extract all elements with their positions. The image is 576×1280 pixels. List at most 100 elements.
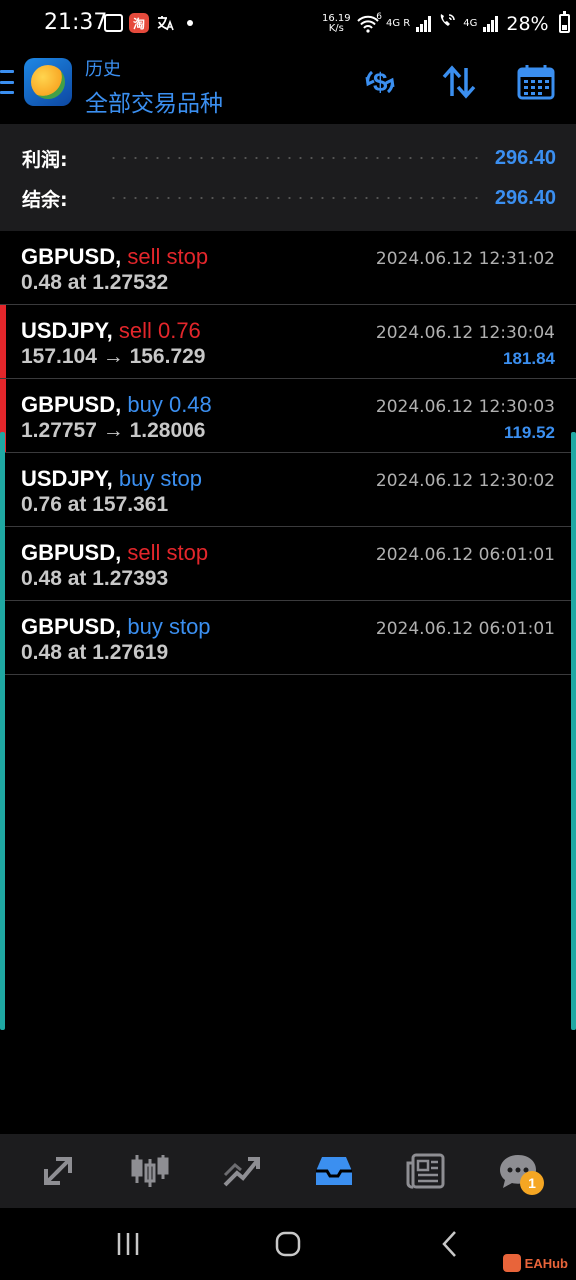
sort-button[interactable] bbox=[437, 62, 481, 102]
order-detail: 157.104 → 156.729 bbox=[21, 345, 206, 368]
profit-value: 296.40 bbox=[494, 146, 556, 169]
bottom-navigation: 1 bbox=[0, 1134, 576, 1208]
status-bar: 21:37 淘 16.19 K/s 6 4G R 4G 28% bbox=[0, 0, 576, 50]
order-title: GBPUSD, buy 0.48 bbox=[21, 392, 212, 418]
currency-exchange-icon: $ bbox=[365, 67, 395, 97]
balance-row: 结余: 296.40 bbox=[22, 183, 556, 213]
dotted-leader bbox=[107, 197, 483, 199]
nav-chart[interactable] bbox=[120, 1141, 180, 1201]
order-detail: 0.48 at 1.27532 bbox=[21, 271, 169, 294]
back-icon bbox=[442, 1231, 456, 1257]
sim1-label: 4G R bbox=[386, 18, 411, 29]
order-detail: 0.48 at 1.27393 bbox=[21, 567, 169, 590]
recent-apps-button[interactable] bbox=[108, 1226, 148, 1262]
order-action: sell stop bbox=[127, 244, 209, 269]
home-button[interactable] bbox=[268, 1226, 308, 1262]
menu-icon[interactable] bbox=[0, 70, 14, 94]
status-notification-icons: 淘 bbox=[104, 13, 193, 33]
order-title: GBPUSD, sell stop bbox=[21, 244, 208, 270]
wifi-icon: 6 bbox=[356, 11, 382, 34]
nav-quotes[interactable] bbox=[28, 1141, 88, 1201]
calendar-button[interactable] bbox=[514, 62, 558, 102]
signal-sim1-icon bbox=[416, 15, 432, 32]
order-time: 2024.06.12 06:01:01 bbox=[375, 619, 555, 639]
nav-history[interactable] bbox=[304, 1141, 364, 1201]
order-symbol: GBPUSD, bbox=[21, 540, 122, 565]
order-row[interactable]: GBPUSD, sell stop 0.48 at 1.27393 2024.0… bbox=[0, 527, 576, 601]
network-speed: 16.19 K/s bbox=[322, 14, 351, 34]
status-time: 21:37 bbox=[44, 10, 108, 35]
taobao-app-icon: 淘 bbox=[129, 13, 149, 33]
profit-row: 利润: 296.40 bbox=[22, 143, 556, 173]
order-detail: 1.27757 → 1.28006 bbox=[21, 419, 206, 442]
dotted-leader bbox=[107, 157, 483, 159]
translate-icon bbox=[155, 13, 175, 33]
gallery-icon bbox=[104, 14, 123, 32]
order-symbol: USDJPY, bbox=[21, 318, 113, 343]
scroll-edge-left bbox=[0, 432, 5, 1030]
header-title[interactable]: 全部交易品种 bbox=[85, 84, 223, 118]
sim2-label: 4G bbox=[463, 18, 478, 29]
battery-percent: 28% bbox=[506, 12, 549, 35]
scroll-edge-right bbox=[571, 432, 576, 1030]
quotes-icon bbox=[44, 1157, 72, 1185]
order-action: buy 0.48 bbox=[127, 392, 212, 417]
news-icon bbox=[406, 1153, 445, 1189]
order-row[interactable]: GBPUSD, buy 0.48 1.27757 → 1.28006 2024.… bbox=[0, 379, 576, 453]
order-time: 2024.06.12 12:30:03 bbox=[375, 397, 555, 417]
recent-apps-icon bbox=[117, 1233, 139, 1255]
calendar-icon bbox=[517, 65, 555, 100]
system-navigation-bar bbox=[0, 1208, 576, 1280]
order-action: buy stop bbox=[118, 466, 203, 491]
order-detail: 0.48 at 1.27619 bbox=[21, 641, 169, 664]
order-title: GBPUSD, sell stop bbox=[21, 540, 208, 566]
order-profit: 119.52 bbox=[503, 423, 555, 442]
history-icon bbox=[316, 1157, 352, 1185]
order-action: buy stop bbox=[127, 614, 211, 639]
wifi-label: 6 bbox=[376, 11, 382, 22]
order-title: GBPUSD, buy stop bbox=[21, 614, 211, 640]
order-symbol: GBPUSD, bbox=[21, 392, 122, 417]
trade-icon bbox=[223, 1157, 260, 1187]
order-row[interactable]: GBPUSD, sell stop 0.48 at 1.27532 2024.0… bbox=[0, 231, 576, 305]
signal-sim2-icon bbox=[483, 15, 499, 32]
more-notifications-dot bbox=[187, 20, 193, 26]
order-detail: 0.76 at 157.361 bbox=[21, 493, 169, 516]
balance-label: 结余: bbox=[22, 188, 68, 211]
battery-icon bbox=[558, 11, 570, 33]
order-time: 2024.06.12 12:30:02 bbox=[375, 471, 555, 491]
order-history-list: GBPUSD, sell stop 0.48 at 1.27532 2024.0… bbox=[0, 231, 576, 675]
order-title: USDJPY, sell 0.76 bbox=[21, 318, 201, 344]
balance-value: 296.40 bbox=[494, 186, 556, 209]
app-logo[interactable] bbox=[24, 58, 72, 106]
nav-trade[interactable] bbox=[212, 1141, 272, 1201]
order-symbol: GBPUSD, bbox=[21, 614, 122, 639]
header-subtitle: 历史 bbox=[85, 59, 121, 80]
network-speed-unit: K/s bbox=[328, 23, 344, 34]
order-time: 2024.06.12 06:01:01 bbox=[375, 545, 555, 565]
order-time: 2024.06.12 12:31:02 bbox=[375, 249, 555, 269]
summary-panel: 利润: 296.40 结余: 296.40 bbox=[0, 124, 576, 231]
profit-label: 利润: bbox=[22, 148, 68, 171]
sort-icon bbox=[442, 65, 476, 99]
watermark-logo bbox=[502, 1254, 521, 1272]
currency-exchange-button[interactable]: $ bbox=[358, 62, 402, 102]
order-action: sell 0.76 bbox=[118, 318, 201, 343]
nav-news[interactable] bbox=[396, 1141, 456, 1201]
chat-badge: 1 bbox=[520, 1171, 544, 1195]
back-button[interactable] bbox=[430, 1226, 470, 1262]
watermark-text: EAHub bbox=[524, 1255, 568, 1271]
order-row[interactable]: USDJPY, sell 0.76 157.104 → 156.729 2024… bbox=[0, 305, 576, 379]
order-row[interactable]: GBPUSD, buy stop 0.48 at 1.27619 2024.06… bbox=[0, 601, 576, 675]
nav-chat[interactable]: 1 bbox=[488, 1141, 548, 1201]
wifi-calling-icon bbox=[437, 12, 457, 35]
watermark: EAHub bbox=[502, 1254, 568, 1272]
order-row[interactable]: USDJPY, buy stop 0.76 at 157.361 2024.06… bbox=[0, 453, 576, 527]
order-time: 2024.06.12 12:30:04 bbox=[375, 323, 555, 343]
order-profit: 181.84 bbox=[503, 349, 555, 368]
home-icon bbox=[275, 1231, 301, 1257]
order-symbol: USDJPY, bbox=[21, 466, 113, 491]
status-system-icons: 6 4G R 4G 28% bbox=[356, 11, 570, 35]
order-symbol: GBPUSD, bbox=[21, 244, 122, 269]
app-header: 历史 全部交易品种 $ bbox=[0, 50, 576, 124]
